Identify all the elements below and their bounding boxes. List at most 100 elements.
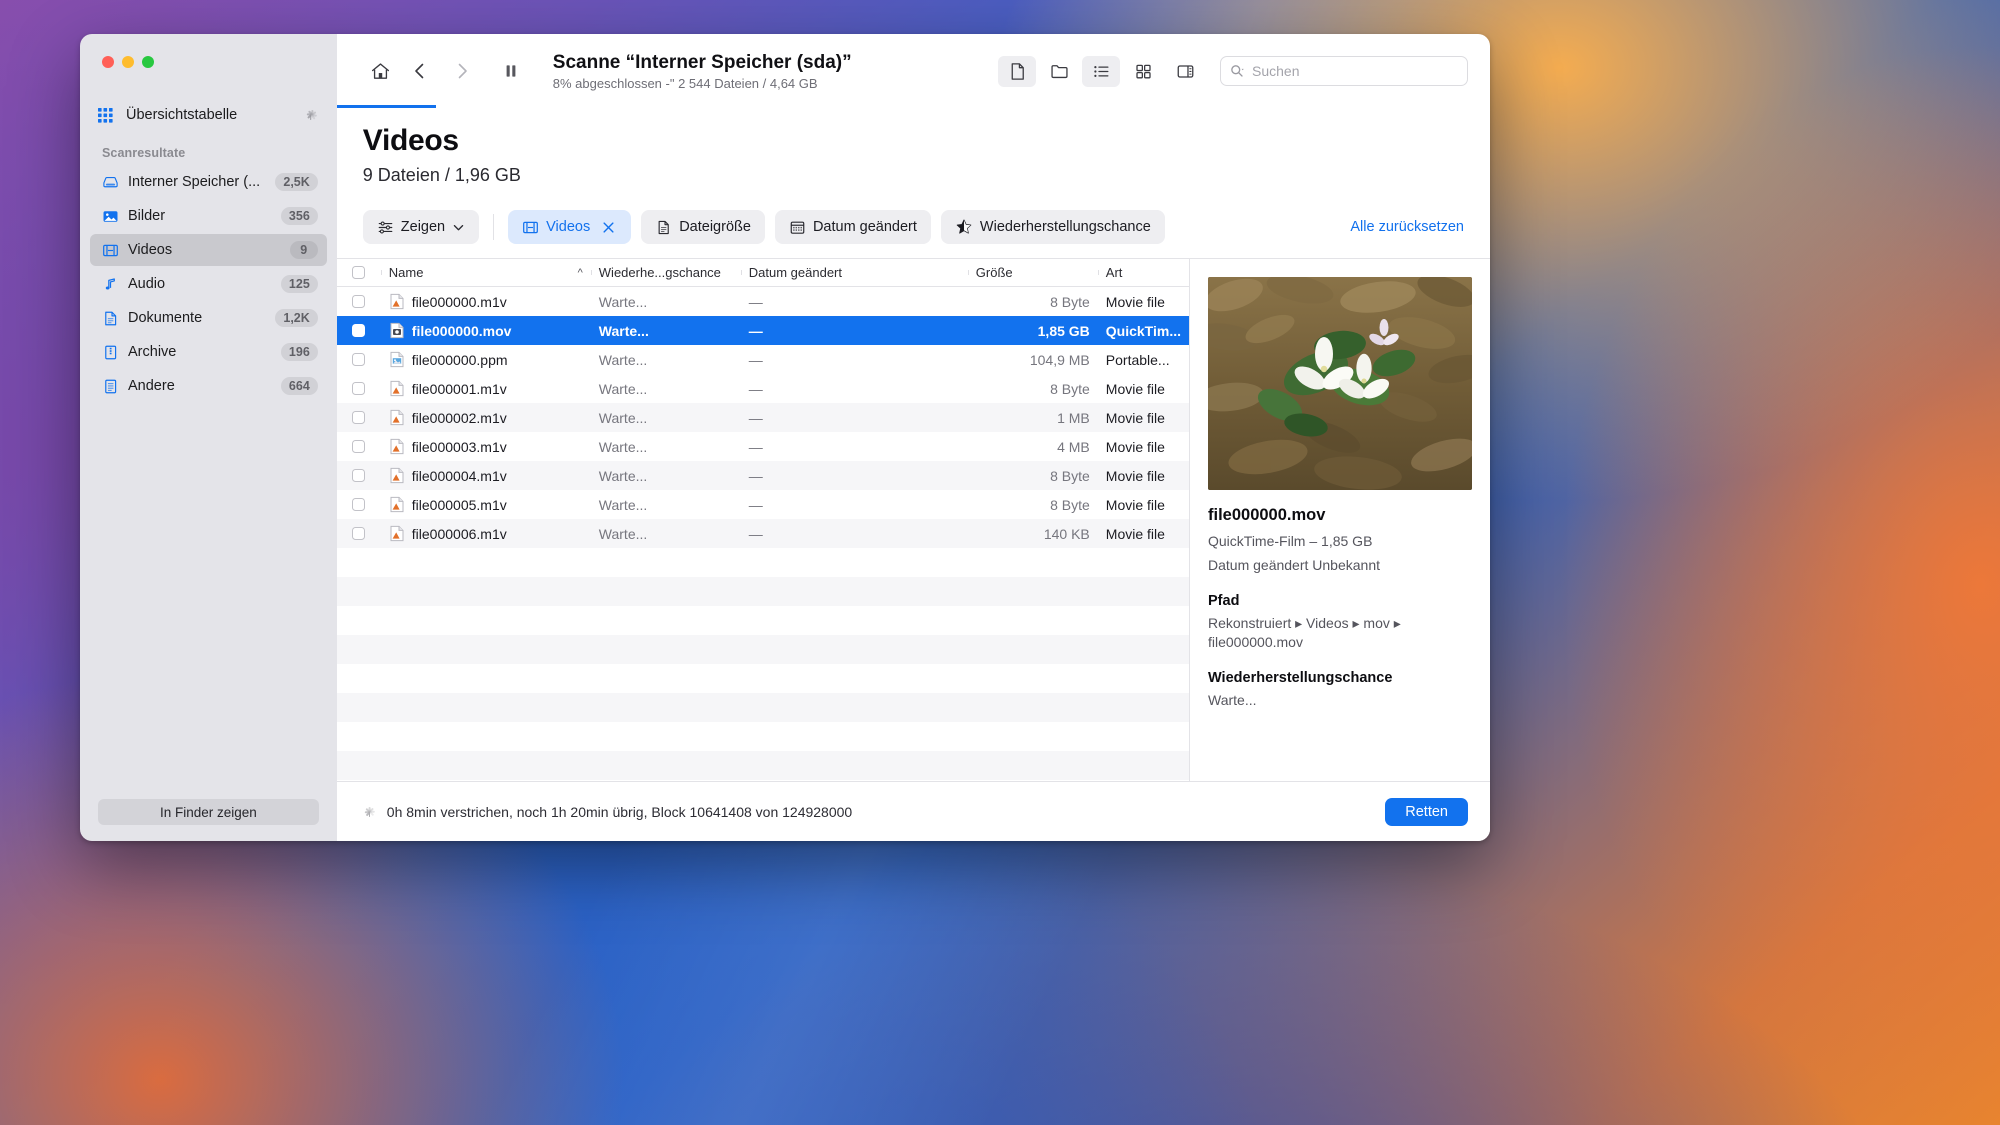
- row-checkbox-cell[interactable]: [337, 353, 381, 366]
- file-view-button[interactable]: [998, 55, 1036, 87]
- row-checkbox[interactable]: [352, 469, 366, 482]
- row-size-cell: 8 Byte: [1050, 467, 1090, 484]
- table-row[interactable]: file000000.mov Warte... — 1,85 GB QuickT…: [336, 316, 1189, 345]
- sidebar-item-images[interactable]: Bilder 356: [90, 200, 327, 232]
- filter-chip-recovery-chance[interactable]: Wiederherstellungschance: [940, 210, 1165, 244]
- app-window: Übersichtstabelle Scanresultate Interner…: [80, 34, 1490, 841]
- column-header-size[interactable]: Größe: [967, 265, 1098, 280]
- search-placeholder: Suchen: [1252, 63, 1300, 79]
- filter-chip-filesize[interactable]: Dateigröße: [641, 210, 765, 244]
- row-kind-cell: Movie file: [1105, 438, 1165, 455]
- sidebar-item-internal-storage[interactable]: Interner Speicher (... 2,5K: [90, 166, 327, 198]
- inspector-toggle-button[interactable]: [1166, 56, 1204, 87]
- back-button[interactable]: [399, 56, 441, 86]
- page-subtitle: 9 Dateien / 1,96 GB: [362, 165, 521, 185]
- table-row[interactable]: file000006.m1v Warte... — 140 KB Movie f…: [336, 519, 1189, 548]
- table-row[interactable]: file000002.m1v Warte... — 1 MB Movie fil…: [336, 403, 1189, 432]
- row-size-cell: 1,85 GB: [1037, 322, 1090, 339]
- row-checkbox-cell[interactable]: [337, 295, 381, 308]
- row-chance-cell: Warte...: [598, 380, 648, 397]
- column-header-kind[interactable]: Art: [1097, 265, 1189, 280]
- film-icon: [100, 242, 120, 259]
- preview-thumbnail: [1208, 277, 1472, 490]
- sidebar-item-overview[interactable]: Übersichtstabelle: [90, 100, 327, 130]
- row-checkbox-cell[interactable]: [337, 324, 381, 337]
- m1v-file-icon: [390, 380, 404, 397]
- row-checkbox[interactable]: [352, 382, 366, 395]
- select-all-checkbox[interactable]: [352, 266, 366, 279]
- zoom-button[interactable]: [142, 56, 154, 68]
- table-row[interactable]: file000000.m1v Warte... — 8 Byte Movie f…: [337, 287, 1189, 316]
- pause-icon: [506, 65, 516, 77]
- row-size-cell: 1 MB: [1057, 409, 1090, 426]
- row-checkbox[interactable]: [352, 411, 366, 424]
- main-area: Scanne “Interner Speicher (sda)” 8% abge…: [336, 34, 1490, 841]
- column-header-name[interactable]: Name ^: [380, 265, 591, 280]
- row-checkbox-cell[interactable]: [337, 527, 381, 540]
- row-checkbox[interactable]: [352, 353, 366, 366]
- search-field[interactable]: Suchen: [1220, 56, 1468, 86]
- list-view-button[interactable]: [1082, 55, 1120, 87]
- table-empty-rows: [336, 548, 1189, 781]
- sidebar-item-archives[interactable]: Archive 196: [90, 336, 327, 368]
- row-size-cell: 4 MB: [1057, 438, 1090, 455]
- sidebar-item-label: Archive: [128, 344, 177, 360]
- close-button[interactable]: [102, 56, 114, 68]
- column-header-date[interactable]: Datum geändert: [740, 265, 968, 280]
- sidebar-item-audio[interactable]: Audio 125: [90, 268, 327, 300]
- grid-view-icon: [1135, 64, 1151, 78]
- home-icon: [372, 62, 390, 79]
- row-checkbox[interactable]: [352, 498, 366, 511]
- sidebar-item-label: Videos: [128, 242, 173, 258]
- table-row[interactable]: file000003.m1v Warte... — 4 MB Movie fil…: [337, 432, 1189, 461]
- folder-view-button[interactable]: [1040, 56, 1078, 87]
- filter-chip-videos[interactable]: Videos: [508, 210, 632, 244]
- recover-button[interactable]: Retten: [1385, 797, 1468, 826]
- sidebar-item-other[interactable]: Andere 664: [90, 370, 327, 402]
- show-in-finder-button[interactable]: In Finder zeigen: [98, 799, 319, 825]
- m1v-file-icon: [390, 409, 404, 426]
- row-checkbox-cell[interactable]: [337, 411, 381, 424]
- empty-row: [337, 548, 1189, 577]
- table-row[interactable]: file000005.m1v Warte... — 8 Byte Movie f…: [337, 490, 1189, 519]
- sidebar: Übersichtstabelle Scanresultate Interner…: [80, 34, 337, 841]
- row-checkbox-cell[interactable]: [337, 382, 381, 395]
- table-row[interactable]: file000001.m1v Warte... — 8 Byte Movie f…: [337, 374, 1189, 403]
- minimize-button[interactable]: [122, 56, 134, 68]
- empty-row: [337, 722, 1189, 751]
- row-name-label: file000001.m1v: [411, 380, 507, 397]
- chevron-down-icon: [453, 224, 464, 230]
- row-checkbox[interactable]: [352, 440, 366, 453]
- preview-chance-heading: Wiederherstellungschance: [1208, 669, 1393, 686]
- row-checkbox-cell[interactable]: [337, 440, 381, 453]
- reset-all-filters-link[interactable]: Alle zurücksetzen: [1350, 219, 1464, 235]
- home-button[interactable]: [363, 56, 399, 86]
- table-header-row: Name ^ Wiederhe...gschance Datum geänder…: [336, 259, 1189, 287]
- row-checkbox-cell[interactable]: [337, 498, 381, 511]
- m1v-file-icon: [390, 438, 404, 455]
- column-header-chance[interactable]: Wiederhe...gschance: [590, 265, 741, 280]
- sidebar-item-badge: 1,2K: [275, 309, 318, 327]
- ppm-file-icon: [390, 351, 404, 368]
- row-checkbox[interactable]: [352, 324, 366, 337]
- loading-spinner-icon: [303, 107, 319, 123]
- table-row[interactable]: file000004.m1v Warte... — 8 Byte Movie f…: [336, 461, 1189, 490]
- row-chance-cell: Warte...: [598, 467, 648, 484]
- table-row[interactable]: file000000.ppm Warte... — 104,9 MB Porta…: [337, 345, 1189, 374]
- row-kind-cell: Movie file: [1105, 293, 1165, 310]
- pause-scan-button[interactable]: [493, 56, 529, 86]
- row-checkbox[interactable]: [352, 295, 366, 308]
- row-checkbox[interactable]: [352, 527, 366, 540]
- select-all-checkbox-cell[interactable]: [337, 266, 381, 279]
- forward-button[interactable]: [441, 56, 483, 86]
- empty-row: [337, 606, 1189, 635]
- row-checkbox-cell[interactable]: [337, 469, 381, 482]
- sidebar-item-videos[interactable]: Videos 9: [90, 234, 327, 266]
- filter-chip-date-modified[interactable]: Datum geändert: [774, 210, 931, 244]
- show-filter-button[interactable]: Zeigen: [362, 210, 480, 244]
- grid-view-button[interactable]: [1124, 56, 1162, 87]
- row-chance-cell: Warte...: [598, 496, 648, 513]
- sidebar-item-documents[interactable]: Dokumente 1,2K: [90, 302, 327, 334]
- row-name-label: file000005.m1v: [411, 496, 507, 513]
- page-header: Videos 9 Dateien / 1,96 GB: [337, 108, 1490, 186]
